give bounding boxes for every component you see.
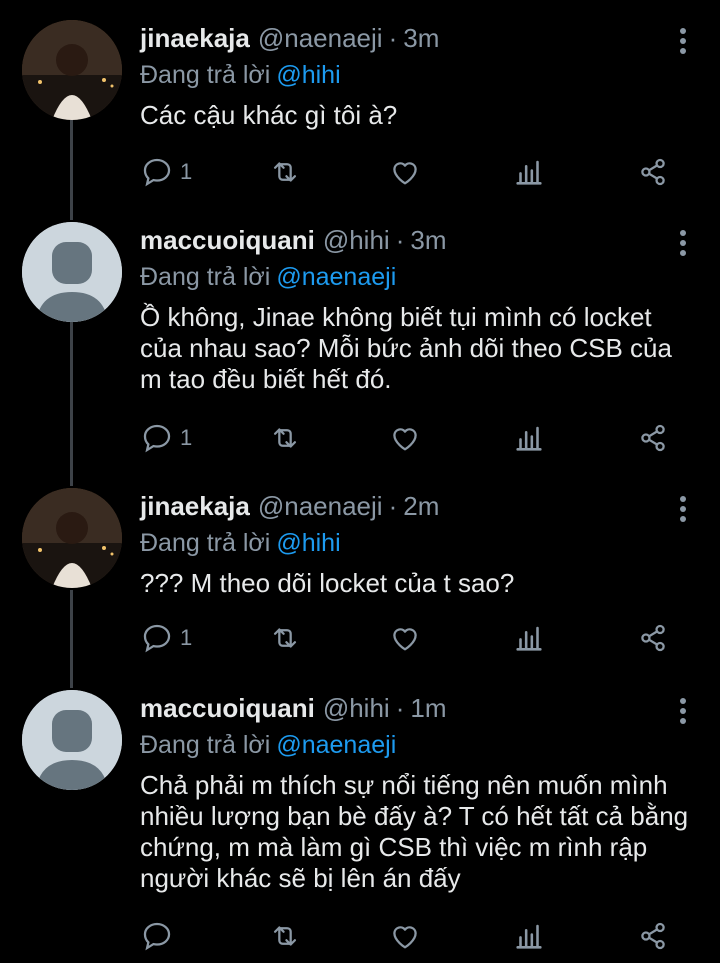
tweet[interactable]: jinaekaja @naenaeji · 2m Đang trả lời @hi… bbox=[0, 488, 720, 668]
share-icon bbox=[641, 158, 665, 186]
reply-count: 1 bbox=[180, 159, 193, 184]
reply-icon bbox=[143, 624, 171, 653]
analytics-button[interactable] bbox=[512, 154, 546, 190]
reply-context: Đang trả lời @naenaeji bbox=[140, 728, 396, 762]
like-button[interactable] bbox=[388, 620, 422, 656]
like-button[interactable] bbox=[388, 154, 422, 190]
reply-prefix: Đang trả lời bbox=[140, 529, 271, 557]
retweet-icon bbox=[273, 428, 297, 448]
user-handle[interactable]: @hihi bbox=[323, 690, 390, 726]
reply-context: Đang trả lời @naenaeji bbox=[140, 260, 396, 294]
reply-mention-link[interactable]: @naenaeji bbox=[276, 731, 396, 759]
share-icon bbox=[641, 922, 665, 950]
reply-prefix: Đang trả lời bbox=[140, 263, 271, 291]
timestamp[interactable]: 2m bbox=[403, 488, 439, 524]
analytics-icon bbox=[516, 626, 542, 651]
retweet-icon bbox=[273, 628, 297, 648]
like-button[interactable] bbox=[388, 918, 422, 954]
avatar[interactable] bbox=[22, 222, 122, 322]
tweet-text: Ồ không, Jinae không biết tụi mình có lo… bbox=[140, 302, 672, 394]
tweet-text: Các cậu khác gì tôi à? bbox=[140, 100, 398, 130]
more-icon[interactable] bbox=[678, 230, 688, 256]
display-name[interactable]: maccuoiquani bbox=[140, 222, 315, 258]
retweet-icon bbox=[273, 162, 297, 182]
analytics-icon bbox=[516, 426, 542, 451]
share-button[interactable] bbox=[636, 620, 670, 656]
user-handle[interactable]: @naenaeji bbox=[258, 488, 383, 524]
reply-icon bbox=[143, 922, 171, 951]
analytics-icon bbox=[516, 160, 542, 185]
avatar[interactable] bbox=[22, 488, 122, 588]
retweet-button[interactable] bbox=[268, 620, 302, 656]
tweet-actions: 1 bbox=[140, 154, 680, 190]
default-avatar-icon bbox=[22, 690, 122, 790]
tweet-actions: 1 bbox=[140, 420, 680, 456]
share-button[interactable] bbox=[636, 420, 670, 456]
default-avatar-icon bbox=[22, 222, 122, 322]
separator: · bbox=[395, 693, 405, 723]
timestamp[interactable]: 3m bbox=[410, 222, 446, 258]
analytics-button[interactable] bbox=[512, 918, 546, 954]
analytics-button[interactable] bbox=[512, 420, 546, 456]
reply-prefix: Đang trả lời bbox=[140, 731, 271, 759]
reply-prefix: Đang trả lời bbox=[140, 61, 271, 89]
tweet-actions: 1 bbox=[140, 620, 680, 656]
separator: · bbox=[388, 491, 398, 521]
reply-context: Đang trả lời @hihi bbox=[140, 526, 341, 560]
reply-mention-link[interactable]: @hihi bbox=[276, 61, 340, 89]
more-icon[interactable] bbox=[678, 496, 688, 522]
reply-mention-link[interactable]: @hihi bbox=[276, 529, 340, 557]
reply-mention-link[interactable]: @naenaeji bbox=[276, 263, 396, 291]
reply-icon bbox=[143, 158, 171, 187]
reply-count: 1 bbox=[180, 425, 193, 450]
timestamp[interactable]: 1m bbox=[410, 690, 446, 726]
tweet-actions bbox=[140, 918, 680, 954]
reply-button[interactable]: 1 bbox=[140, 420, 192, 456]
tweet-text: ??? M theo dõi locket của t sao? bbox=[140, 568, 515, 598]
analytics-button[interactable] bbox=[512, 620, 546, 656]
display-name[interactable]: jinaekaja bbox=[140, 488, 250, 524]
avatar[interactable] bbox=[22, 20, 122, 120]
tweet-text: Chả phải m thích sự nổi tiếng nên muốn m… bbox=[140, 770, 689, 893]
like-icon bbox=[393, 162, 417, 185]
display-name[interactable]: maccuoiquani bbox=[140, 690, 315, 726]
like-icon bbox=[393, 428, 417, 451]
tweet[interactable]: maccuoiquani @hihi · 3m Đang trả lời @nae… bbox=[0, 222, 720, 472]
more-icon[interactable] bbox=[678, 698, 688, 724]
avatar[interactable] bbox=[22, 690, 122, 790]
retweet-button[interactable] bbox=[268, 918, 302, 954]
timestamp[interactable]: 3m bbox=[403, 20, 439, 56]
display-name[interactable]: jinaekaja bbox=[140, 20, 250, 56]
avatar-photo bbox=[22, 20, 122, 120]
user-handle[interactable]: @hihi bbox=[323, 222, 390, 258]
reply-icon bbox=[143, 424, 171, 453]
retweet-icon bbox=[273, 926, 297, 946]
analytics-icon bbox=[516, 924, 542, 949]
reply-button[interactable]: 1 bbox=[140, 620, 192, 656]
retweet-button[interactable] bbox=[268, 420, 302, 456]
reply-count: 1 bbox=[180, 625, 193, 650]
reply-context: Đang trả lời @hihi bbox=[140, 58, 341, 92]
tweet[interactable]: maccuoiquani @hihi · 1m Đang trả lời @nae… bbox=[0, 690, 720, 963]
retweet-button[interactable] bbox=[268, 154, 302, 190]
share-icon bbox=[641, 424, 665, 452]
user-handle[interactable]: @naenaeji bbox=[258, 20, 383, 56]
separator: · bbox=[395, 225, 405, 255]
tweet[interactable]: jinaekaja @naenaeji · 3m Đang trả lời @hi… bbox=[0, 20, 720, 200]
share-button[interactable] bbox=[636, 154, 670, 190]
like-icon bbox=[393, 926, 417, 949]
separator: · bbox=[388, 23, 398, 53]
reply-button[interactable]: 1 bbox=[140, 154, 192, 190]
more-icon[interactable] bbox=[678, 28, 688, 54]
reply-button[interactable] bbox=[140, 918, 180, 954]
like-button[interactable] bbox=[388, 420, 422, 456]
like-icon bbox=[393, 628, 417, 651]
share-button[interactable] bbox=[636, 918, 670, 954]
share-icon bbox=[641, 624, 665, 652]
avatar-photo bbox=[22, 488, 122, 588]
